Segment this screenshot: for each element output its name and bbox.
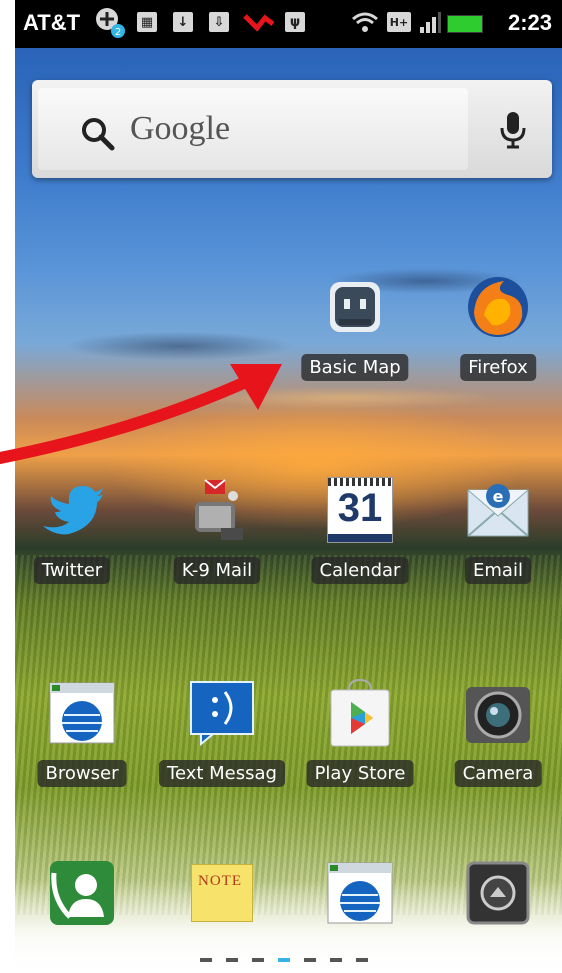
carrier-label: AT&T bbox=[23, 10, 81, 35]
svg-text:e: e bbox=[493, 487, 504, 506]
calendar-icon: 31 bbox=[325, 475, 395, 545]
app-label: Camera bbox=[454, 760, 542, 787]
dock-app-drawer[interactable] bbox=[443, 858, 553, 968]
browser-icon bbox=[325, 858, 395, 928]
dock-browser[interactable] bbox=[305, 858, 415, 968]
app-label: Play Store bbox=[306, 760, 414, 787]
download-icon: ↓ bbox=[173, 10, 193, 34]
home-screen: AT&T 2 ▦ ↓ ⇩ ψ H+ 2:23 Google Basic Map … bbox=[15, 0, 562, 973]
keypad-icon: ▦ bbox=[137, 10, 157, 34]
app-label: Basic Map bbox=[301, 354, 409, 381]
twitter-icon bbox=[37, 475, 107, 545]
play-store-icon bbox=[325, 678, 395, 748]
app-drawer-icon bbox=[463, 858, 533, 928]
calendar-day: 31 bbox=[337, 486, 383, 530]
page-dot bbox=[226, 958, 238, 962]
app-text-messaging[interactable]: Text Messag bbox=[159, 678, 285, 788]
k9-mail-icon bbox=[182, 475, 252, 545]
page-dot bbox=[252, 958, 264, 962]
email-icon: e bbox=[463, 475, 533, 545]
app-label: Firefox bbox=[460, 354, 536, 381]
note-text: NOTE bbox=[198, 873, 242, 889]
battery-icon bbox=[447, 15, 483, 33]
app-play-store[interactable]: Play Store bbox=[305, 678, 415, 788]
install-icon: ⇩ bbox=[209, 10, 229, 34]
app-k9-mail[interactable]: K-9 Mail bbox=[162, 475, 272, 585]
page-indicator[interactable] bbox=[200, 958, 368, 962]
microphone-icon[interactable] bbox=[498, 110, 528, 154]
app-label: Email bbox=[465, 557, 531, 584]
page-dot bbox=[304, 958, 316, 962]
status-bar[interactable]: AT&T 2 ▦ ↓ ⇩ ψ H+ 2:23 bbox=[15, 0, 562, 48]
app-browser[interactable]: Browser bbox=[27, 678, 137, 788]
page-dot bbox=[200, 958, 212, 962]
add-notification-icon: 2 bbox=[93, 8, 127, 38]
app-twitter[interactable]: Twitter bbox=[17, 475, 127, 585]
text-messaging-icon bbox=[187, 678, 257, 748]
notification-badge-count: 2 bbox=[115, 27, 121, 38]
annotation-arrow bbox=[0, 364, 282, 464]
google-search-widget[interactable]: Google bbox=[32, 80, 552, 178]
hplus-network-icon: H+ bbox=[387, 10, 411, 34]
wifi-icon bbox=[351, 10, 379, 34]
page-dot-current bbox=[278, 958, 290, 962]
dock-note[interactable]: NOTE bbox=[167, 858, 277, 968]
app-label: Text Messag bbox=[159, 760, 285, 787]
app-email[interactable]: e Email bbox=[443, 475, 553, 585]
app-label: Calendar bbox=[311, 557, 409, 584]
browser-icon bbox=[47, 678, 117, 748]
dock-phone[interactable] bbox=[27, 858, 137, 968]
phone-icon bbox=[47, 858, 117, 928]
page-dot bbox=[356, 958, 368, 962]
signal-icon bbox=[419, 10, 441, 34]
basic-map-icon bbox=[320, 272, 390, 342]
note-icon: NOTE bbox=[187, 858, 257, 928]
app-label: K-9 Mail bbox=[173, 557, 261, 584]
search-icon bbox=[80, 116, 116, 156]
network-type: H+ bbox=[387, 12, 411, 32]
app-firefox[interactable]: Firefox bbox=[443, 272, 553, 382]
search-placeholder: Google bbox=[130, 110, 231, 147]
search-input[interactable]: Google bbox=[38, 88, 468, 170]
app-label: Browser bbox=[37, 760, 127, 787]
app-camera[interactable]: Camera bbox=[443, 678, 553, 788]
app-basic-map[interactable]: Basic Map bbox=[300, 272, 410, 382]
app-calendar[interactable]: 31 Calendar bbox=[305, 475, 415, 585]
firefox-icon bbox=[463, 272, 533, 342]
camera-icon bbox=[463, 678, 533, 748]
missed-call-icon bbox=[243, 10, 277, 34]
page-dot bbox=[330, 958, 342, 962]
clock: 2:23 bbox=[507, 10, 552, 35]
app-label: Twitter bbox=[33, 557, 111, 584]
usb-icon: ψ bbox=[285, 10, 305, 34]
